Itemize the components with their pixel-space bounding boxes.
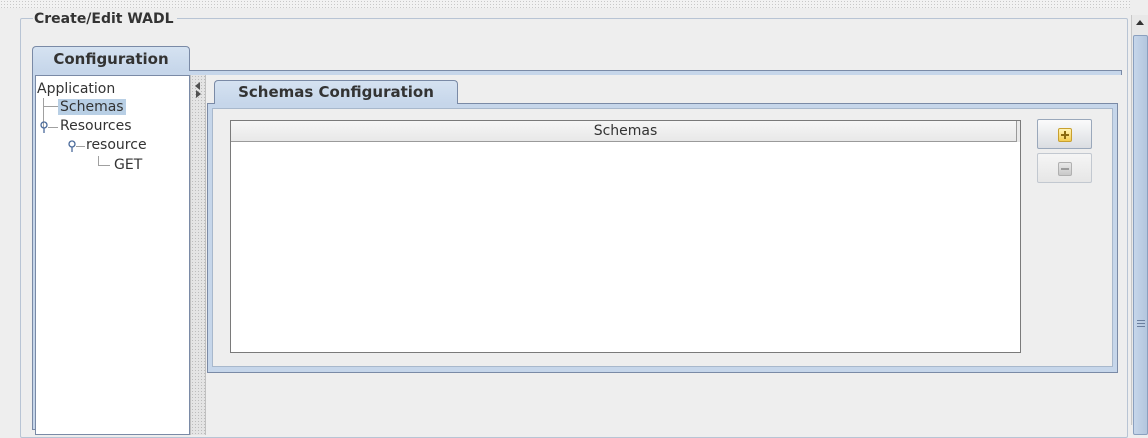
- split-pane-divider[interactable]: [190, 75, 206, 435]
- top-dotted-strip: [0, 0, 1130, 8]
- tree-node-schemas[interactable]: Schemas: [58, 98, 126, 116]
- tree-connector: [76, 146, 85, 147]
- tree-node-label: Application: [37, 81, 116, 97]
- scrollbar-grip: [1137, 326, 1145, 327]
- tree-node-get[interactable]: GET: [114, 156, 142, 174]
- scrollbar-grip: [1137, 323, 1145, 324]
- add-icon: [1058, 128, 1072, 142]
- table-header-corner: [1016, 121, 1020, 142]
- expand-right-arrow-icon[interactable]: [196, 90, 201, 98]
- panel-title: Create/Edit WADL: [33, 11, 177, 27]
- tree-connector: [98, 165, 110, 166]
- tab-configuration[interactable]: Configuration: [32, 46, 190, 71]
- schemas-table[interactable]: Schemas: [230, 120, 1021, 353]
- remove-schema-button[interactable]: [1037, 153, 1092, 183]
- remove-icon: [1058, 162, 1072, 176]
- tree-node-resources[interactable]: Resources: [60, 117, 132, 135]
- tree-node-label: Resources: [60, 118, 132, 134]
- tree-node-label: GET: [114, 157, 143, 173]
- tree-connector: [48, 127, 58, 128]
- tree-node-label: resource: [86, 137, 147, 153]
- table-header-schemas[interactable]: Schemas: [231, 121, 1020, 142]
- tree-connector: [43, 106, 58, 107]
- vertical-scrollbar[interactable]: [1131, 15, 1148, 435]
- collapse-left-arrow-icon[interactable]: [195, 82, 200, 90]
- tree-node-label: Schemas: [58, 99, 126, 115]
- scroll-up-arrow-icon[interactable]: [1132, 15, 1148, 31]
- scrollbar-thumb[interactable]: [1133, 35, 1148, 435]
- wadl-tree[interactable]: Application Schemas Resources resource G…: [35, 75, 190, 435]
- add-schema-button[interactable]: [1037, 119, 1092, 149]
- tree-node-application[interactable]: Application: [37, 80, 115, 98]
- scrollbar-grip: [1137, 320, 1145, 321]
- tree-node-resource[interactable]: resource: [86, 136, 147, 154]
- tab-schemas-configuration[interactable]: Schemas Configuration: [214, 80, 458, 104]
